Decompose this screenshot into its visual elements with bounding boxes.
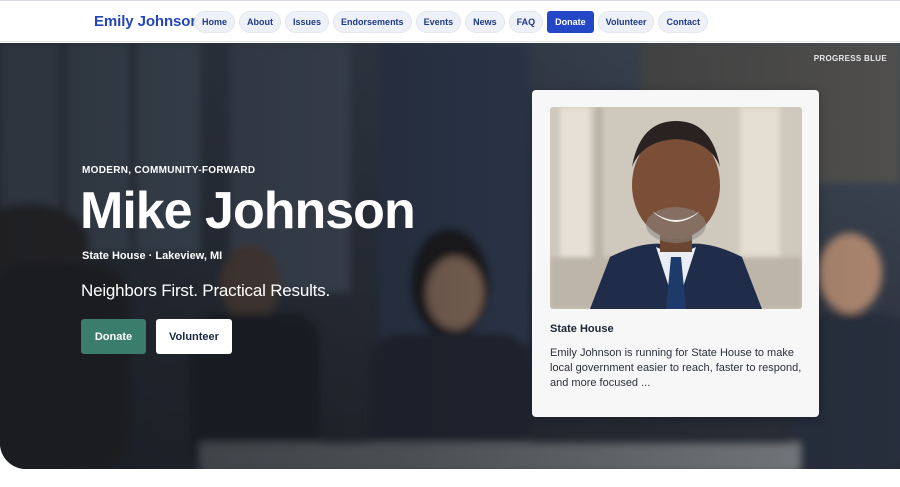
card-description: Emily Johnson is running for State House… bbox=[550, 347, 802, 389]
campaign-slogan: Neighbors First. Practical Results. bbox=[81, 281, 331, 300]
card-title: State House bbox=[550, 323, 614, 335]
nav-events[interactable]: Events bbox=[415, 11, 462, 33]
hero-volunteer-button[interactable]: Volunteer bbox=[156, 319, 232, 354]
nav-faq[interactable]: FAQ bbox=[508, 11, 544, 33]
hero-donate-button[interactable]: Donate bbox=[81, 319, 146, 354]
district-line: State House · Lakeview, MI bbox=[82, 250, 223, 262]
nav-news[interactable]: News bbox=[465, 11, 505, 33]
hero-eyebrow: MODERN, COMMUNITY-FORWARD bbox=[82, 165, 256, 176]
nav-endorsements[interactable]: Endorsements bbox=[333, 11, 412, 33]
nav-volunteer[interactable]: Volunteer bbox=[597, 11, 655, 33]
theme-tag: PROGRESS BLUE bbox=[813, 54, 887, 63]
candidate-name: Mike Johnson bbox=[80, 182, 416, 240]
top-navigation: Emily Johnson Home About Issues Endorsem… bbox=[0, 0, 900, 42]
candidate-card: State House Emily Johnson is running for… bbox=[532, 90, 819, 417]
nav-issues[interactable]: Issues bbox=[285, 11, 330, 33]
candidate-portrait-image bbox=[550, 107, 802, 309]
nav-about[interactable]: About bbox=[239, 11, 282, 33]
nav-links: Home About Issues Endorsements Events Ne… bbox=[194, 11, 708, 33]
hero-section: PROGRESS BLUE MODERN, COMMUNITY-FORWARD … bbox=[0, 43, 900, 469]
brand-logo-text[interactable]: Emily Johnson bbox=[94, 13, 199, 30]
nav-home[interactable]: Home bbox=[194, 11, 236, 33]
nav-contact[interactable]: Contact bbox=[658, 11, 708, 33]
nav-donate[interactable]: Donate bbox=[547, 11, 594, 33]
